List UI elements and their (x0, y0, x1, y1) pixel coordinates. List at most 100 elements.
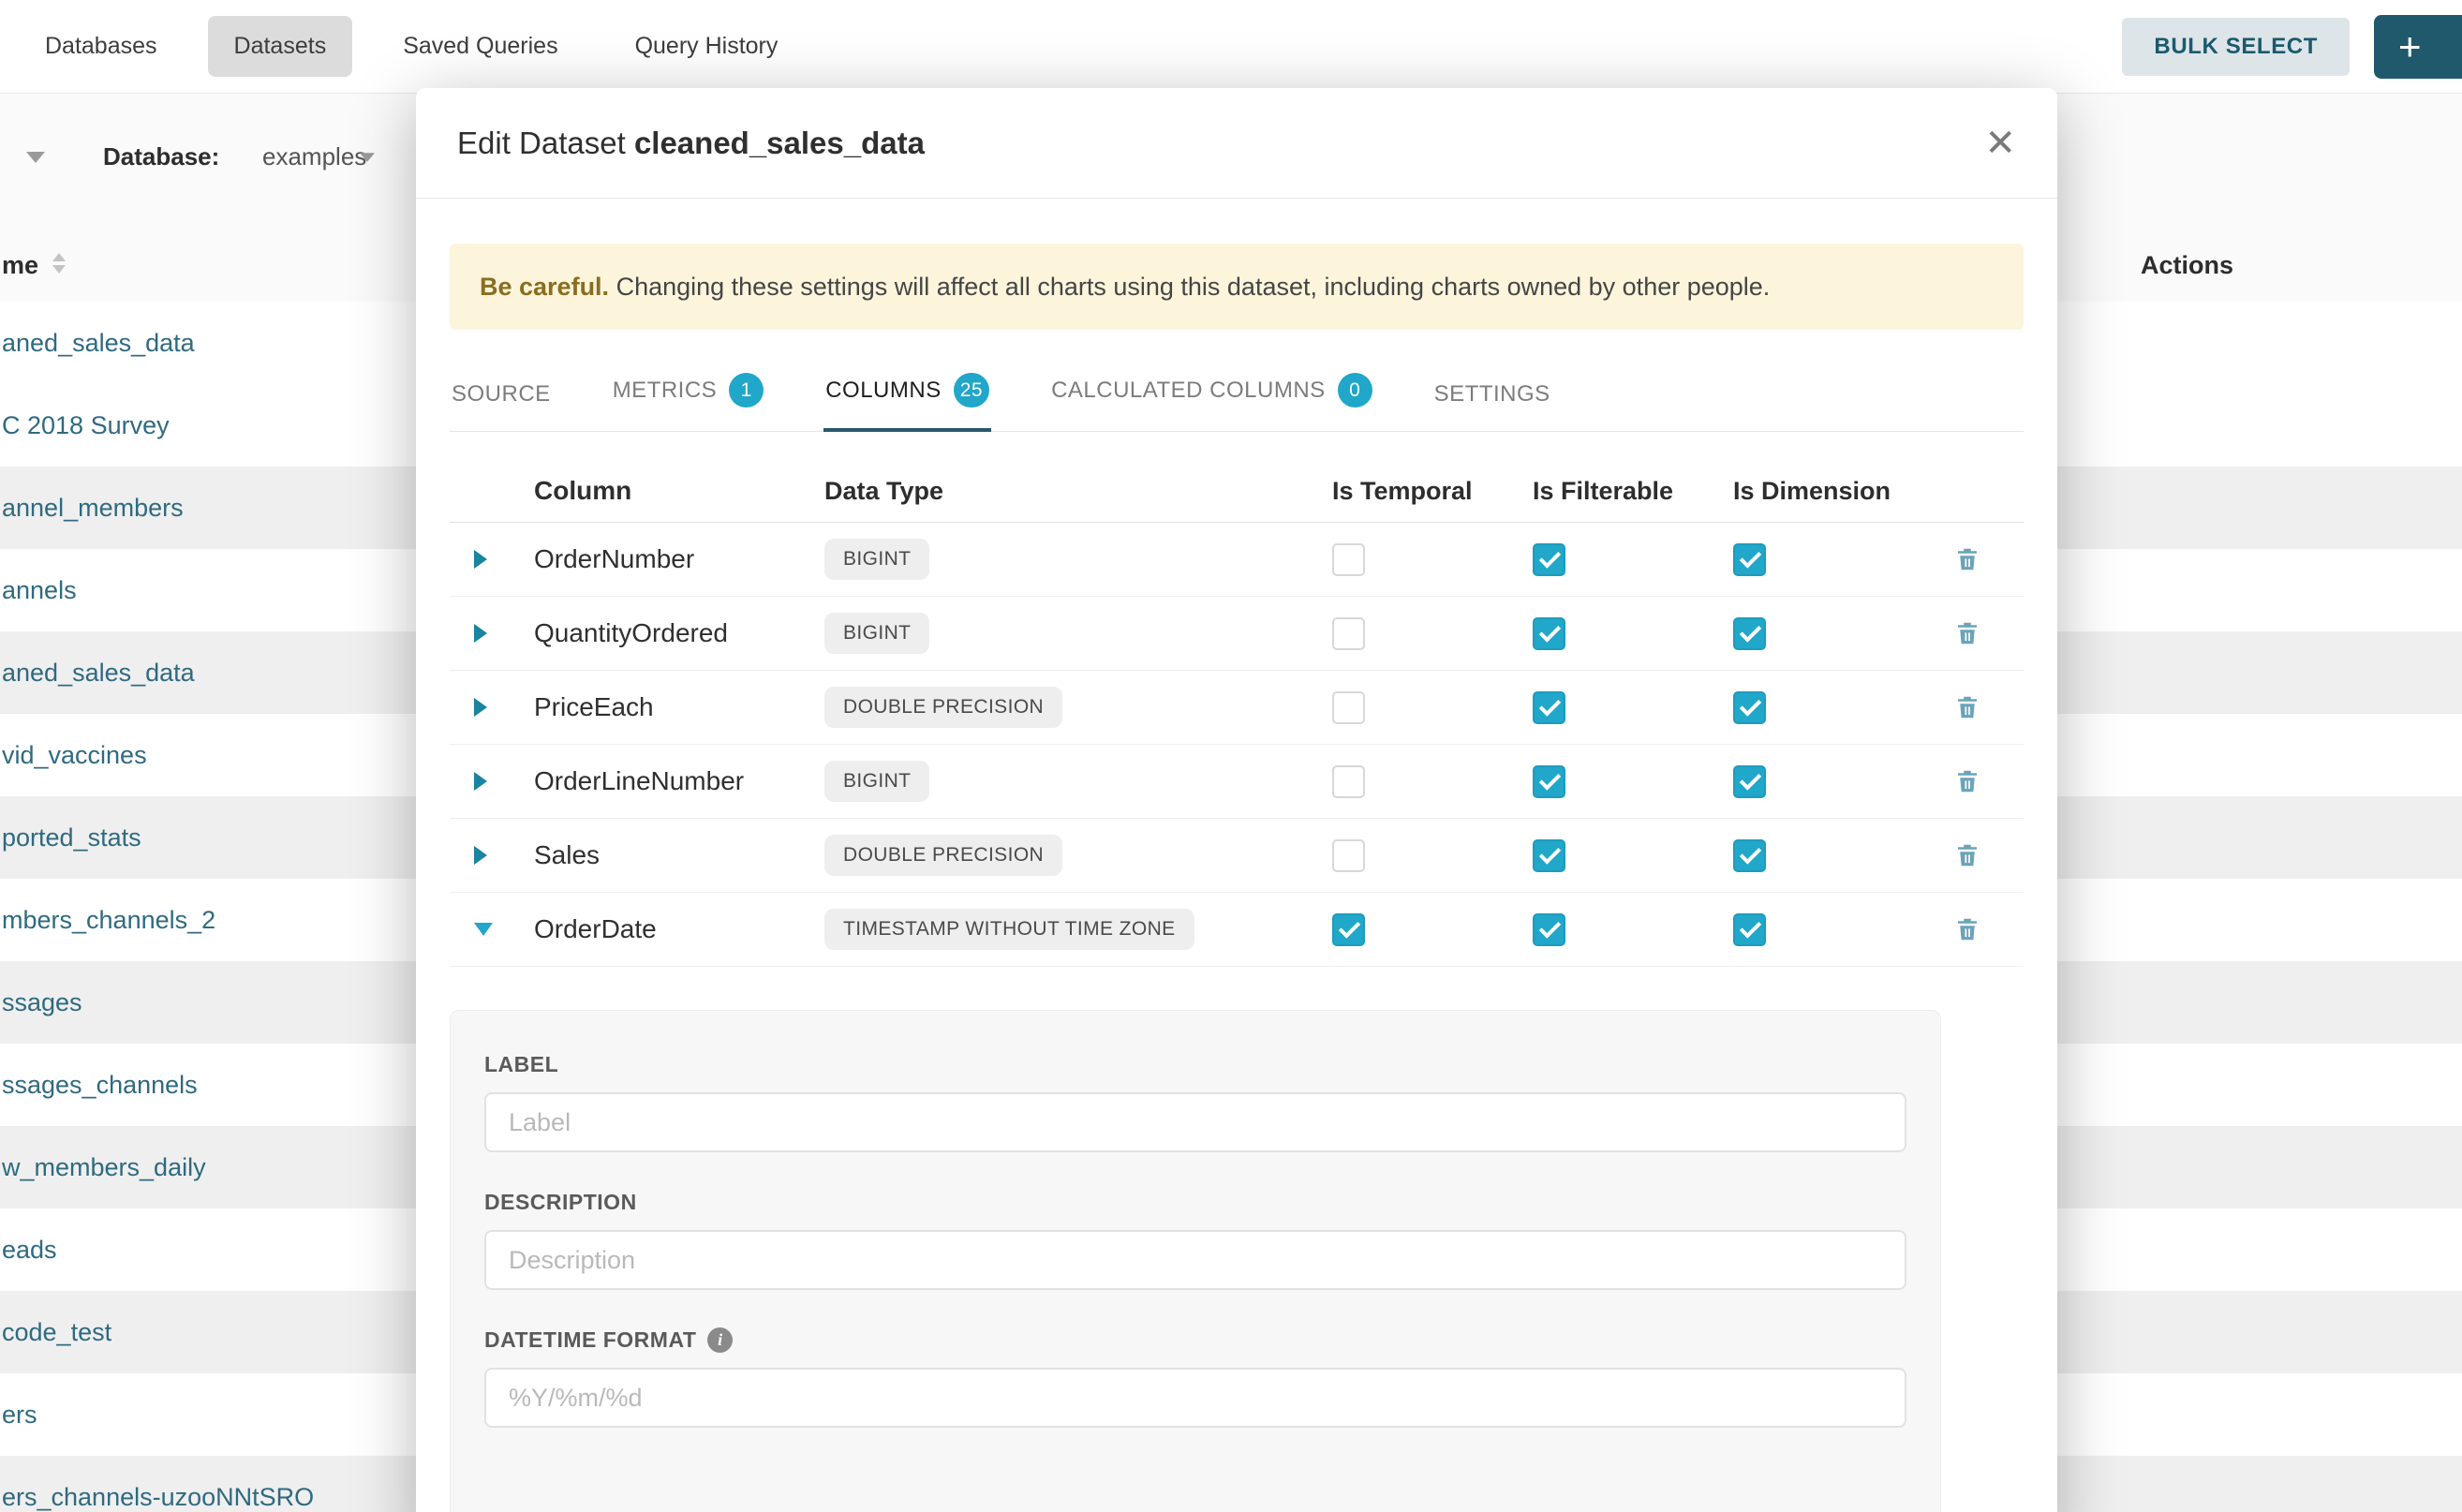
top-nav: Databases Datasets Saved Queries Query Hist… (0, 0, 2462, 94)
delete-column-trash-icon[interactable] (1953, 767, 1981, 795)
tab-label: COLUMNS (825, 378, 942, 404)
bulk-select-button[interactable]: BULK SELECT (2122, 18, 2350, 76)
dataset-name-link[interactable]: vid_vaccines (0, 741, 147, 770)
is-dimension-checkbox[interactable] (1733, 543, 1766, 576)
nav-item-databases[interactable]: Databases (19, 16, 184, 77)
is-temporal-checkbox[interactable] (1332, 765, 1365, 798)
is-dimension-checkbox[interactable] (1733, 913, 1766, 946)
column-name: Sales (515, 840, 824, 870)
is-dimension-checkbox[interactable] (1733, 839, 1766, 872)
is-filterable-checkbox[interactable] (1533, 765, 1565, 798)
modal-tab-calculated-columns[interactable]: CALCULATED COLUMNS0 (1049, 367, 1374, 432)
sort-desc-icon (52, 265, 66, 274)
dataset-name-link[interactable]: annel_members (0, 494, 184, 523)
sort-icon[interactable] (52, 253, 66, 274)
dataset-name-link[interactable]: ers_channels-uzooNNtSRO (0, 1483, 314, 1512)
description-input[interactable] (484, 1230, 1906, 1290)
sort-asc-icon (52, 253, 66, 261)
delete-column-trash-icon[interactable] (1953, 915, 1981, 943)
caret-icon (474, 624, 487, 643)
dataset-name-link[interactable]: mbers_channels_2 (0, 906, 215, 935)
add-dataset-button[interactable]: + (2374, 15, 2462, 79)
is-temporal-checkbox[interactable] (1332, 543, 1365, 576)
dataset-name-link[interactable]: ers (0, 1401, 37, 1430)
columns-table-body: OrderNumberBIGINTQuantityOrderedBIGINTPr… (450, 523, 2024, 967)
is-temporal-checkbox[interactable] (1332, 617, 1365, 650)
columns-table-header: Column Data Type Is Temporal Is Filterab… (450, 460, 2024, 523)
column-row-sales: SalesDOUBLE PRECISION (450, 819, 2024, 893)
dataset-name-link[interactable]: code_test (0, 1318, 111, 1347)
modal-header: Edit Dataset cleaned_sales_data ✕ (416, 88, 2057, 199)
is-dimension-checkbox[interactable] (1733, 617, 1766, 650)
label-field-label: LABEL (484, 1052, 1906, 1077)
delete-column-trash-icon[interactable] (1953, 545, 1981, 573)
modal-tabs: SOURCE METRICS1 COLUMNS25 CALCULATED COLUMN… (450, 367, 2024, 432)
data-type-pill: BIGINT (824, 539, 929, 580)
caret-icon (474, 772, 487, 791)
column-detail-panel: LABEL DESCRIPTION DATETIME FORMAT i (450, 1010, 1941, 1512)
chevron-down-icon[interactable] (26, 152, 45, 163)
is-filterable-checkbox[interactable] (1533, 839, 1565, 872)
is-filterable-checkbox[interactable] (1533, 913, 1565, 946)
column-name: OrderNumber (515, 544, 824, 574)
expand-caret-icon[interactable] (450, 624, 515, 643)
dataset-name-link[interactable]: ssages_channels (0, 1071, 198, 1100)
dataset-name-link[interactable]: eads (0, 1236, 57, 1265)
dataset-name-link[interactable]: ssages (0, 988, 82, 1017)
nav-item-query-history[interactable]: Query History (609, 16, 805, 77)
modal-title-prefix: Edit Dataset (457, 126, 634, 160)
dataset-name-link[interactable]: annels (0, 576, 77, 605)
modal-title-dataset-name: cleaned_sales_data (634, 126, 925, 160)
tab-label: METRICS (613, 378, 718, 404)
dataset-name-link[interactable]: C 2018 Survey (0, 411, 170, 440)
tab-label: CALCULATED COLUMNS (1051, 378, 1326, 404)
collapse-caret-icon[interactable] (450, 923, 515, 936)
dataset-name-link[interactable]: aned_sales_data (0, 329, 195, 358)
name-column-header[interactable]: me (2, 251, 38, 280)
warning-banner: Be careful. Changing these settings will… (450, 244, 2024, 330)
dataset-name-link[interactable]: w_members_daily (0, 1153, 206, 1182)
page: Databases Datasets Saved Queries Query Hist… (0, 0, 2462, 1512)
is-filterable-checkbox[interactable] (1533, 617, 1565, 650)
nav-item-saved-queries[interactable]: Saved Queries (377, 16, 584, 77)
expand-caret-icon[interactable] (450, 550, 515, 569)
is-filterable-checkbox[interactable] (1533, 543, 1565, 576)
modal-tab-source[interactable]: SOURCE (450, 376, 553, 432)
is-dimension-checkbox[interactable] (1733, 765, 1766, 798)
info-icon[interactable]: i (707, 1327, 733, 1353)
database-filter-value[interactable]: examples (262, 142, 366, 171)
is-temporal-checkbox[interactable] (1332, 691, 1365, 724)
close-icon[interactable]: ✕ (1984, 125, 2016, 162)
edit-dataset-modal: Edit Dataset cleaned_sales_data ✕ Be car… (416, 88, 2057, 1512)
data-type-pill: DOUBLE PRECISION (824, 687, 1062, 728)
warning-bold-text: Be careful. (480, 273, 609, 301)
label-input[interactable] (484, 1092, 1906, 1152)
datetime-format-field-label: DATETIME FORMAT i (484, 1327, 1906, 1353)
expand-caret-icon[interactable] (450, 698, 515, 717)
modal-tab-metrics[interactable]: METRICS1 (611, 367, 766, 432)
nav-item-datasets[interactable]: Datasets (208, 16, 353, 77)
dataset-name-link[interactable]: aned_sales_data (0, 659, 195, 688)
modal-tab-columns[interactable]: COLUMNS25 (823, 367, 991, 432)
modal-tab-settings[interactable]: SETTINGS (1432, 376, 1552, 432)
is-filterable-checkbox[interactable] (1533, 691, 1565, 724)
chevron-down-icon[interactable] (360, 153, 375, 162)
data-type-pill: DOUBLE PRECISION (824, 835, 1062, 876)
delete-column-trash-icon[interactable] (1953, 619, 1981, 647)
caret-icon (474, 698, 487, 717)
column-name: OrderDate (515, 914, 824, 944)
warning-text: Changing these settings will affect all … (609, 273, 1770, 301)
column-name: OrderLineNumber (515, 766, 824, 796)
dataset-name-link[interactable]: ported_stats (0, 823, 141, 852)
is-temporal-checkbox[interactable] (1332, 913, 1365, 946)
delete-column-trash-icon[interactable] (1953, 841, 1981, 869)
datetime-format-input[interactable] (484, 1368, 1906, 1428)
datetime-format-label-text: DATETIME FORMAT (484, 1327, 696, 1353)
expand-caret-icon[interactable] (450, 846, 515, 865)
expand-caret-icon[interactable] (450, 772, 515, 791)
caret-icon (474, 550, 487, 569)
delete-column-trash-icon[interactable] (1953, 693, 1981, 721)
is-temporal-checkbox[interactable] (1332, 839, 1365, 872)
is-dimension-checkbox[interactable] (1733, 691, 1766, 724)
column-row-orderdate: OrderDateTIMESTAMP WITHOUT TIME ZONE (450, 893, 2024, 967)
